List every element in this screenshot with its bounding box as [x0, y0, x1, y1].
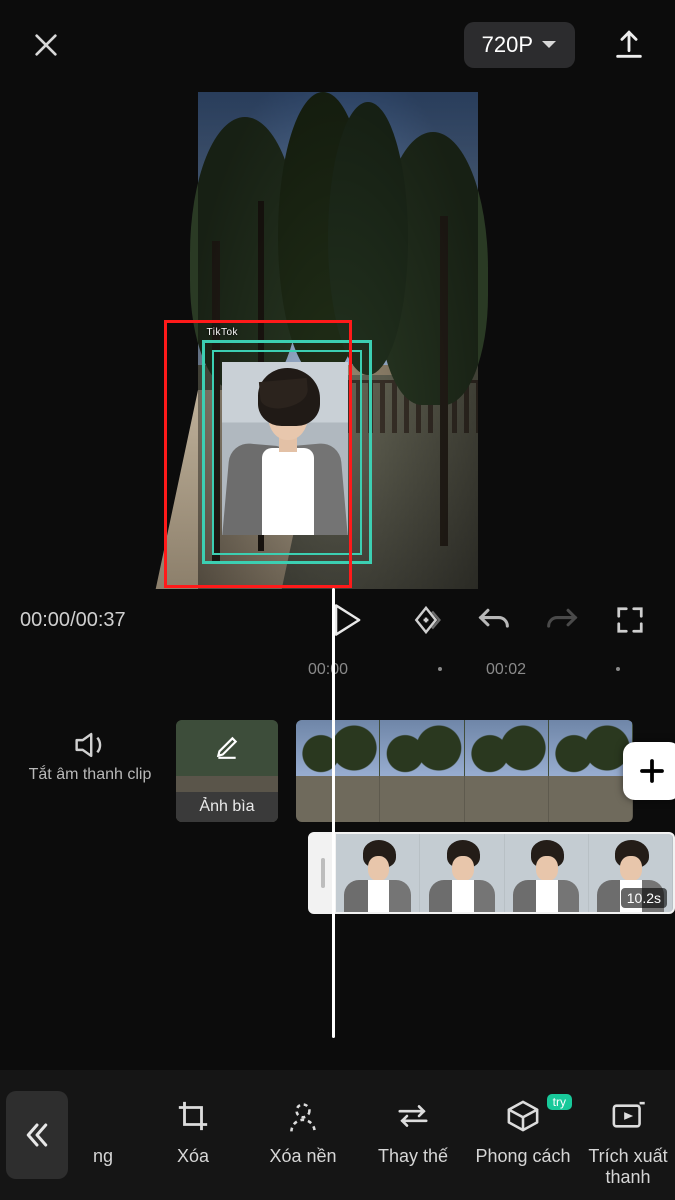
resolution-label: 720P — [482, 32, 533, 58]
close-icon — [30, 29, 62, 61]
fullscreen-button[interactable] — [605, 595, 655, 645]
timeline-ruler[interactable]: 00:00 00:02 — [0, 657, 675, 687]
timecode: 00:00/00:37 — [20, 609, 126, 632]
tool-crop[interactable]: Xóa — [138, 1096, 248, 1167]
timeline-tracks[interactable]: Tắt âm thanh clip Ảnh bìa 10.2s — [0, 700, 675, 1060]
close-button[interactable] — [24, 23, 68, 67]
speaker-icon — [73, 730, 107, 760]
overlay-clip-duration: 10.2s — [621, 888, 667, 908]
try-badge: try — [547, 1094, 572, 1110]
tool-replace[interactable]: Thay thế — [358, 1096, 468, 1167]
tool-style[interactable]: try Phong cách — [468, 1096, 578, 1167]
keyframe-icon — [409, 603, 443, 637]
cover-label: Ảnh bìa — [176, 792, 278, 822]
tool-label: Phong cách — [475, 1146, 570, 1167]
export-icon — [612, 28, 646, 62]
undo-button[interactable] — [469, 595, 519, 645]
tool-label: Xóa — [177, 1146, 209, 1167]
overlay-thumb — [505, 834, 589, 912]
undo-icon — [477, 605, 511, 635]
play-icon — [332, 603, 362, 637]
chevrons-left-icon — [22, 1120, 52, 1150]
tool-remove-bg[interactable]: Xóa nền — [248, 1096, 358, 1167]
overlay-image[interactable] — [222, 362, 348, 535]
ruler-mark: 00:02 — [486, 661, 526, 679]
overlay-thumb — [420, 834, 504, 912]
redo-icon — [545, 605, 579, 635]
export-button[interactable] — [607, 23, 651, 67]
toolbar-back-button[interactable] — [6, 1091, 68, 1179]
video-track[interactable] — [296, 720, 633, 822]
cover-thumbnail[interactable]: Ảnh bìa — [176, 720, 278, 822]
tool-extract-audio[interactable]: Trích xuất thanh — [578, 1096, 675, 1187]
bottom-toolbar: ng Xóa Xóa nền — [0, 1070, 675, 1200]
crop-icon — [176, 1099, 210, 1133]
extract-icon — [610, 1099, 646, 1133]
keyframe-button[interactable] — [401, 595, 451, 645]
tool-item-prev[interactable]: ng — [68, 1096, 138, 1167]
add-clip-button[interactable] — [623, 742, 675, 800]
fullscreen-icon — [615, 605, 645, 635]
tool-label: ng — [93, 1146, 113, 1167]
time-total: 00:37 — [76, 609, 126, 631]
tool-label: Thay thế — [378, 1146, 448, 1167]
mute-clip-label: Tắt âm thanh clip — [10, 766, 170, 784]
video-frame — [296, 720, 380, 822]
video-frame — [549, 720, 633, 822]
video-frame — [380, 720, 464, 822]
edit-icon — [214, 734, 240, 760]
preview-canvas[interactable]: TikTok — [198, 92, 478, 589]
video-frame — [465, 720, 549, 822]
replace-icon — [395, 1101, 431, 1131]
ruler-mark: 00:00 — [308, 661, 348, 679]
playhead[interactable] — [332, 588, 335, 1038]
cube-icon — [505, 1098, 541, 1134]
person-cutout-icon — [285, 1098, 321, 1134]
redo-button[interactable] — [537, 595, 587, 645]
tiktok-watermark: TikTok — [207, 327, 239, 338]
overlay-thumb — [336, 834, 420, 912]
play-button[interactable] — [319, 592, 375, 648]
tool-label: Trích xuất thanh — [588, 1146, 667, 1187]
overlay-track-clip[interactable]: 10.2s — [308, 832, 675, 914]
chevron-down-icon — [541, 40, 557, 50]
tool-label: Xóa nền — [269, 1146, 336, 1167]
plus-icon — [637, 756, 667, 786]
time-current: 00:00 — [20, 609, 70, 631]
mute-clip-audio[interactable]: Tắt âm thanh clip — [10, 730, 170, 784]
resolution-selector[interactable]: 720P — [464, 22, 575, 68]
